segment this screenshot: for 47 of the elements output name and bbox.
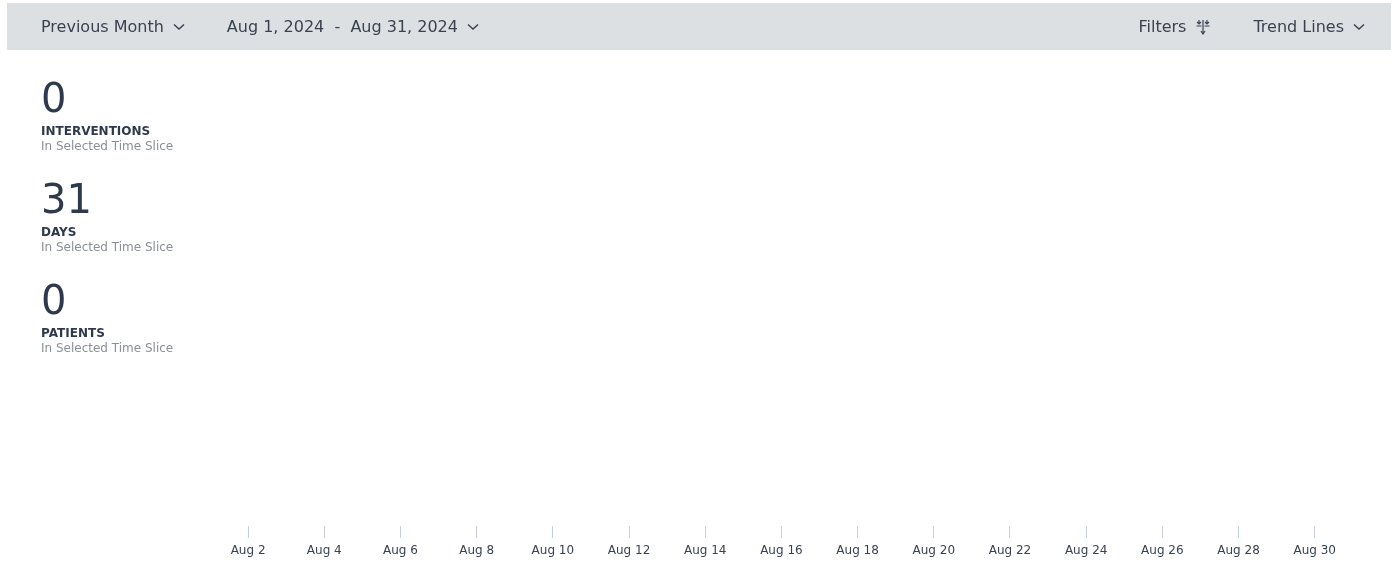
axis-label: Aug 20 [912, 543, 956, 557]
stat-value: 31 [41, 179, 92, 219]
date-range-dropdown[interactable]: Aug 1, 2024 - Aug 31, 2024 [226, 17, 479, 36]
tick-mark [399, 526, 401, 538]
stat-caption: In Selected Time Slice [41, 240, 174, 254]
tick-mark [1238, 526, 1240, 538]
stat-caption: In Selected Time Slice [41, 341, 174, 355]
filter-arrows-icon [1195, 18, 1212, 35]
axis-label: Aug 14 [683, 543, 727, 557]
axis-label: Aug 4 [306, 543, 342, 557]
axis-label: Aug 28 [1217, 543, 1260, 557]
axis-label: Aug 22 [988, 543, 1032, 557]
tick-mark [247, 526, 249, 538]
tick-mark [1009, 526, 1011, 538]
axis-label: Aug 18 [836, 543, 879, 557]
axis-label: Aug 24 [1064, 543, 1108, 557]
filters-button[interactable]: Filters [1138, 17, 1212, 36]
axis-label: Aug 12 [607, 543, 651, 557]
axis-label: Aug 16 [760, 543, 803, 557]
axis-label: Aug 10 [531, 543, 575, 557]
period-dropdown[interactable]: Previous Month [41, 17, 185, 36]
chevron-down-icon [172, 22, 185, 31]
tick-mark [552, 526, 554, 538]
axis-label: Aug 26 [1141, 543, 1184, 557]
tick-mark [933, 526, 935, 538]
tick-mark [1085, 526, 1087, 538]
tick-mark [628, 526, 630, 538]
tick-mark [1161, 526, 1163, 538]
stat-value: 0 [41, 280, 67, 320]
axis-label: Aug 8 [459, 543, 495, 557]
tick-mark [704, 526, 706, 538]
stat-label: DAYS [41, 225, 77, 239]
tick-mark [476, 526, 478, 538]
chevron-down-icon [1353, 22, 1365, 31]
stat-value: 0 [41, 78, 67, 118]
tick-mark [857, 526, 859, 538]
tick-mark [1314, 526, 1316, 538]
tick-mark [780, 526, 782, 538]
trend-lines-dropdown[interactable]: Trend Lines [1253, 17, 1365, 36]
chevron-down-icon [466, 22, 479, 31]
tick-mark [323, 526, 325, 538]
stat-label: PATIENTS [41, 326, 105, 340]
axis-label: Aug 2 [230, 543, 266, 557]
stat-caption: In Selected Time Slice [41, 139, 174, 153]
stat-label: INTERVENTIONS [41, 124, 151, 138]
axis-label: Aug 6 [383, 543, 418, 557]
axis-label: Aug 30 [1293, 543, 1336, 557]
